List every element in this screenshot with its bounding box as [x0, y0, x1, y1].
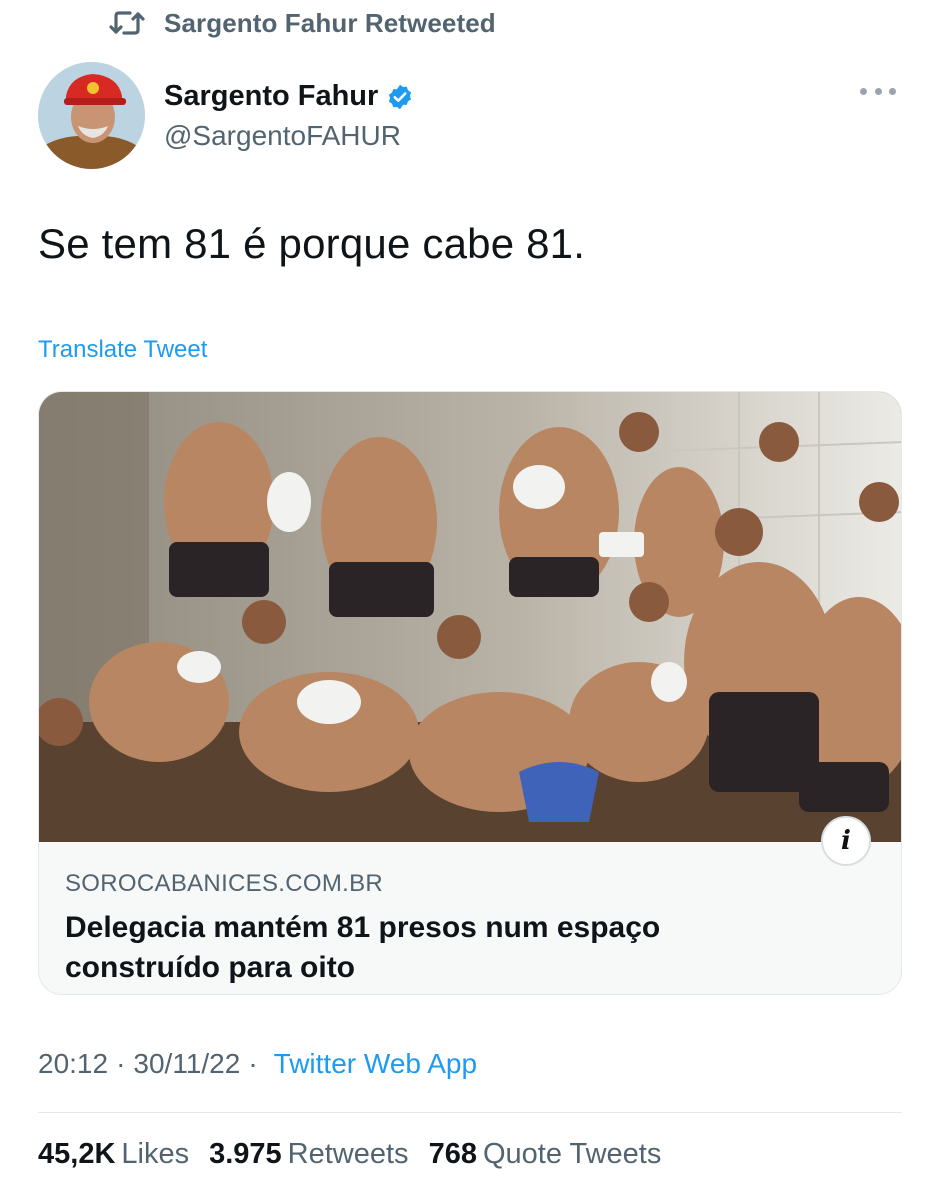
card-image	[39, 392, 901, 842]
quote-tweets-count: 768	[428, 1138, 477, 1170]
name-row: Sargento Fahur	[164, 80, 414, 113]
card-meta: SOROCABANICES.COM.BR Delegacia mantém 81…	[65, 870, 845, 988]
retweets-stat[interactable]: 3.975 Retweets	[209, 1138, 408, 1171]
quote-tweets-stat[interactable]: 768 Quote Tweets	[429, 1138, 662, 1171]
meta-separator: ·	[248, 1048, 258, 1079]
retweet-icon	[108, 8, 146, 38]
retweet-banner: Sargento Fahur Retweeted	[108, 6, 496, 40]
tweet-header: Sargento Fahur @SargentoFAHUR	[38, 62, 902, 172]
verified-badge-icon	[386, 83, 414, 111]
user-handle[interactable]: @SargentoFAHUR	[164, 120, 401, 152]
display-name[interactable]: Sargento Fahur	[164, 80, 378, 113]
card-title: Delegacia mantém 81 presos num espaço co…	[65, 908, 845, 988]
tweet-date[interactable]: 30/11/22	[133, 1048, 240, 1080]
likes-label: Likes	[121, 1138, 190, 1170]
retweets-label: Retweets	[287, 1138, 409, 1170]
meta-separator: ·	[116, 1048, 126, 1079]
avatar[interactable]	[38, 62, 145, 169]
card-title-line-1: Delegacia mantém 81 presos num espaço	[65, 911, 661, 944]
tweet-text: Se tem 81 é porque cabe 81.	[38, 220, 586, 267]
info-icon[interactable]: i	[821, 816, 871, 866]
tweet-metadata: 20:12 · 30/11/22 · Twitter Web App	[38, 1048, 477, 1080]
likes-stat[interactable]: 45,2K Likes	[38, 1138, 189, 1171]
source-app-link[interactable]: Twitter Web App	[274, 1048, 477, 1080]
quote-tweets-label: Quote Tweets	[482, 1138, 662, 1170]
retweets-count: 3.975	[209, 1138, 282, 1170]
retweet-label: Sargento Fahur Retweeted	[164, 7, 496, 38]
divider	[38, 1112, 902, 1113]
more-options-icon[interactable]	[860, 84, 896, 98]
link-preview-card[interactable]: i SOROCABANICES.COM.BR Delegacia mantém …	[38, 391, 902, 995]
engagement-stats: 45,2K Likes 3.975 Retweets 768 Quote Tweets	[38, 1138, 681, 1171]
card-title-line-2: construído para oito	[65, 951, 356, 984]
tweet-time[interactable]: 20:12	[38, 1048, 108, 1080]
card-domain: SOROCABANICES.COM.BR	[65, 870, 384, 897]
likes-count: 45,2K	[38, 1138, 116, 1170]
translate-tweet-link[interactable]: Translate Tweet	[38, 336, 207, 364]
